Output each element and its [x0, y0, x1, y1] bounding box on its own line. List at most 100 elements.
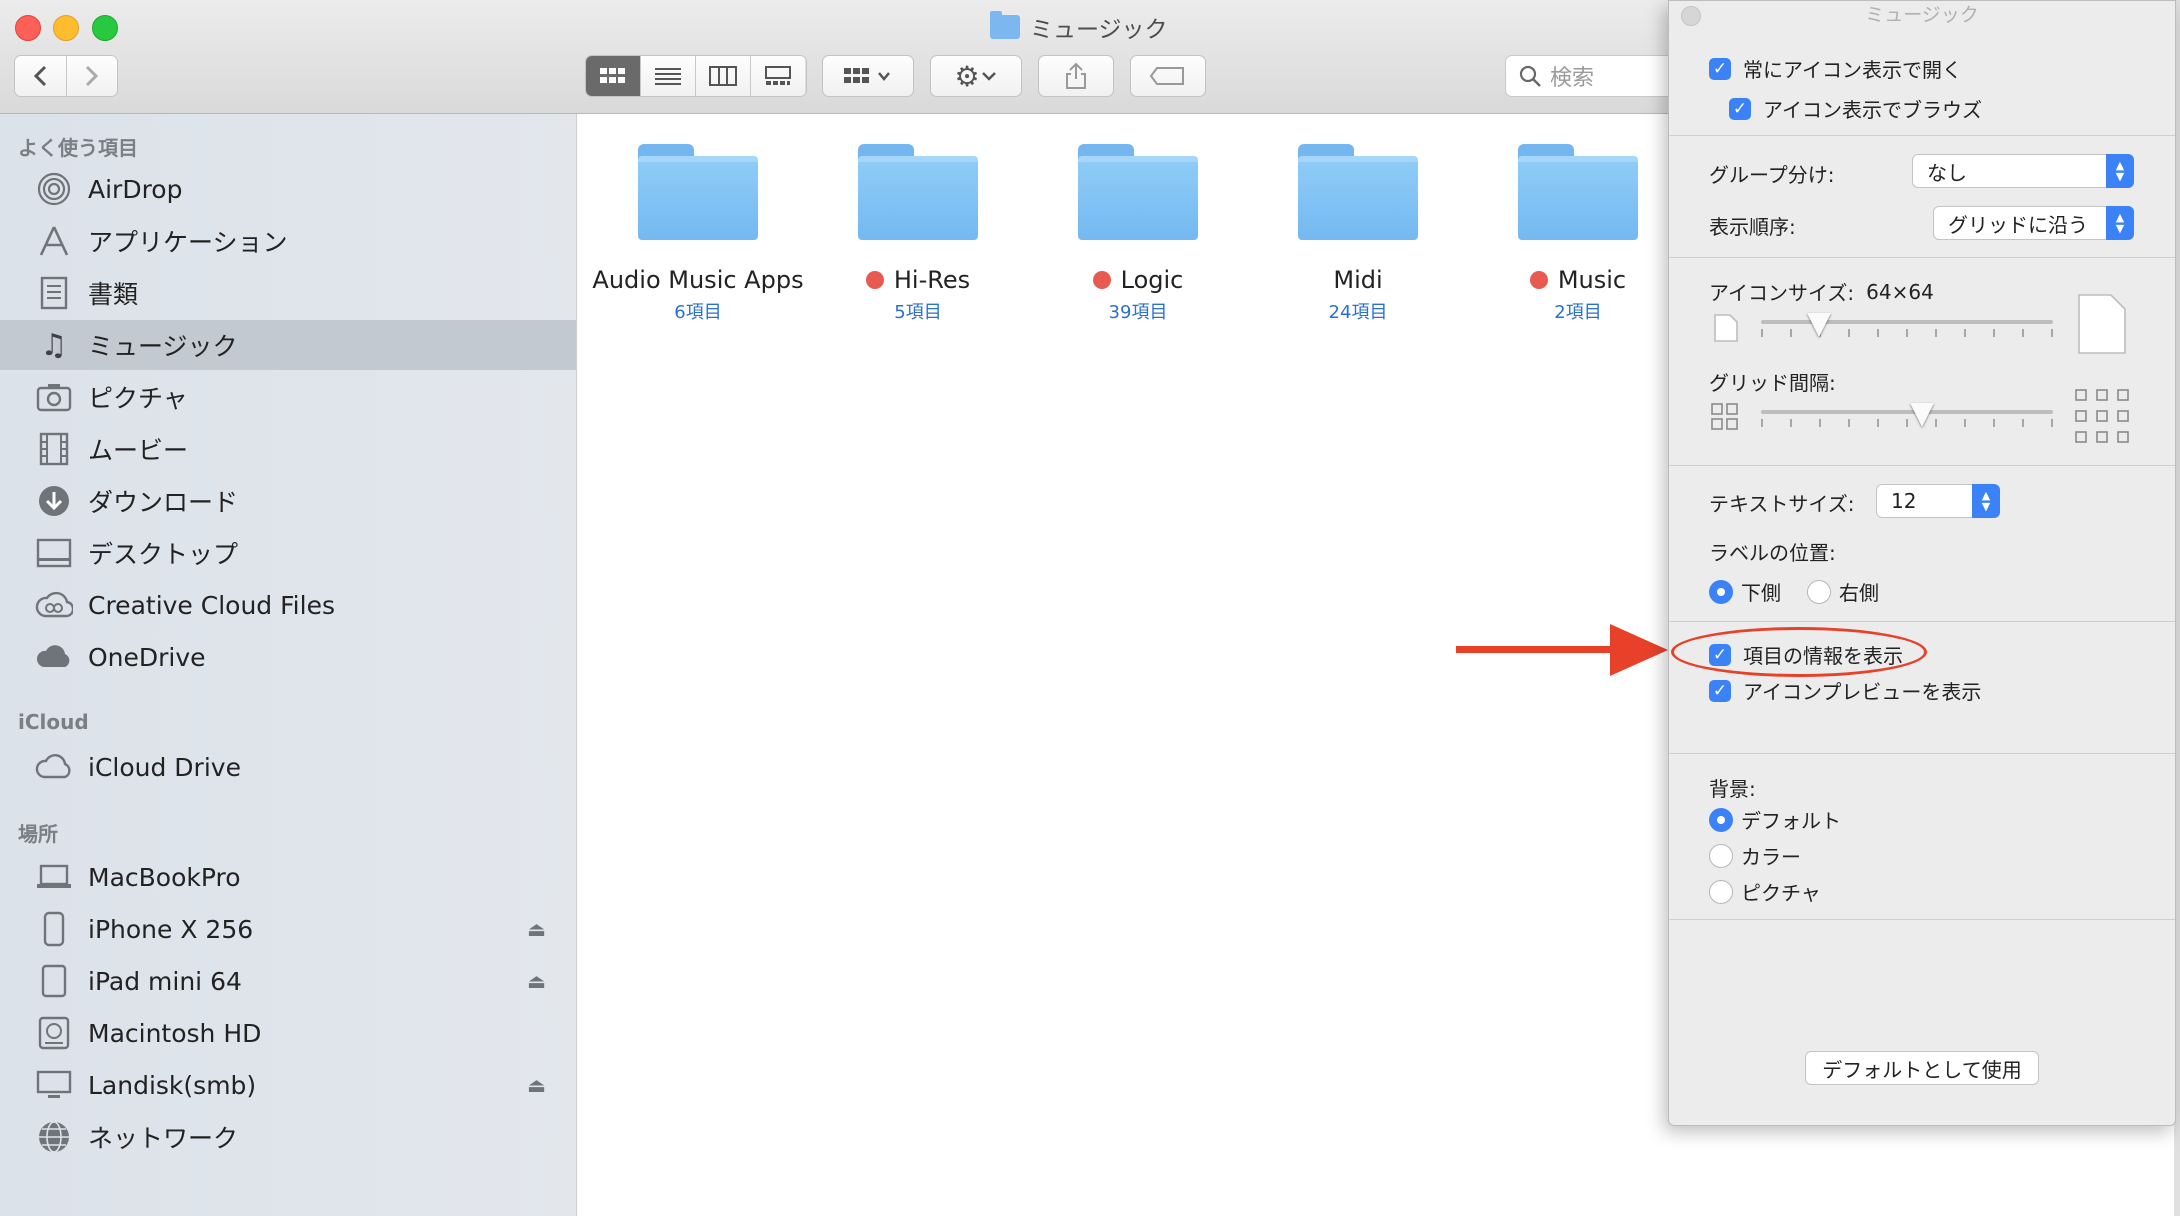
sidebar-item-ipad[interactable]: iPad mini 64 ⏏ — [0, 956, 576, 1006]
tight-grid-icon — [1711, 403, 1738, 430]
search-icon — [1519, 65, 1541, 87]
airdrop-icon — [32, 172, 76, 206]
sidebar-section-favorites: よく使う項目 — [18, 136, 138, 160]
sidebar-item-applications[interactable]: アプリケーション — [0, 216, 576, 266]
folder-icon — [638, 144, 758, 244]
list-view-button[interactable] — [640, 56, 695, 96]
sidebar-item-macintosh-hd[interactable]: Macintosh HD — [0, 1008, 576, 1058]
icon-size-label-text: アイコンサイズ: — [1709, 281, 1855, 305]
folder-icon — [858, 144, 978, 244]
sidebar-item-label: iPad mini 64 — [88, 966, 242, 996]
sidebar-item-label: ミュージック — [88, 332, 238, 361]
always-open-icon-view-option[interactable]: ✓ 常にアイコン表示で開く — [1709, 54, 1962, 83]
icon-size-slider[interactable] — [1761, 320, 2053, 324]
back-forward-group — [14, 55, 118, 97]
sidebar-item-macbookpro[interactable]: MacBookPro — [0, 852, 576, 902]
action-button[interactable]: ⚙ — [930, 55, 1022, 97]
sidebar-item-music[interactable]: ♫ ミュージック — [0, 320, 576, 370]
sidebar-item-label: ダウンロード — [88, 488, 239, 517]
close-window-button[interactable] — [15, 15, 41, 41]
sidebar-item-label: MacBookPro — [88, 862, 241, 892]
sidebar-item-landisk[interactable]: Landisk(smb) ⏏ — [0, 1060, 576, 1110]
group-by-label: グループ分け: — [1709, 163, 1835, 187]
icon-view-button[interactable] — [586, 56, 640, 96]
chevron-left-icon — [34, 65, 47, 87]
sidebar-item-label: iCloud Drive — [88, 752, 241, 782]
annotation-highlight-ellipse — [1671, 627, 1927, 677]
sidebar-item-airdrop[interactable]: AirDrop — [0, 164, 576, 214]
label-bottom-option[interactable]: 下側 — [1709, 577, 1781, 606]
gallery-view-button[interactable] — [750, 56, 805, 96]
icon-size-slider-ticks — [1761, 329, 2053, 337]
sidebar-item-onedrive[interactable]: OneDrive — [0, 632, 576, 682]
grid-spacing-slider[interactable] — [1761, 410, 2053, 414]
icloud-icon — [32, 753, 76, 781]
text-size-label: テキストサイズ: — [1709, 492, 1855, 516]
column-view-button[interactable] — [695, 56, 750, 96]
group-grid-icon — [844, 68, 890, 83]
checkbox-checked-icon: ✓ — [1709, 57, 1731, 80]
show-icon-preview-option[interactable]: ✓ アイコンプレビューを表示 — [1709, 676, 1981, 705]
sidebar-item-label: 書類 — [88, 280, 139, 309]
popup-value: なし — [1927, 160, 1967, 185]
grid-spacing-label: グリッド間隔: — [1709, 371, 1836, 395]
eject-icon[interactable]: ⏏ — [527, 1073, 546, 1097]
tag-icon — [1149, 67, 1184, 85]
use-as-defaults-button[interactable]: デフォルトとして使用 — [1805, 1051, 2039, 1085]
sidebar-item-network[interactable]: ネットワーク — [0, 1112, 576, 1162]
back-button[interactable] — [15, 56, 66, 96]
sidebar-item-downloads[interactable]: ダウンロード — [0, 476, 576, 526]
folder-name: Logic — [1120, 266, 1184, 294]
radio-empty-icon — [1807, 579, 1831, 604]
grid-icon — [600, 68, 625, 83]
tag-button[interactable] — [1130, 55, 1206, 97]
browse-icon-view-option[interactable]: ✓ アイコン表示でブラウズ — [1729, 94, 1982, 123]
red-tag-icon — [1529, 271, 1548, 289]
divider — [1669, 135, 2175, 136]
zoom-window-button[interactable] — [92, 15, 118, 41]
sidebar-item-label: Landisk(smb) — [88, 1070, 257, 1100]
up-down-chevron-icon: ▲ ▼ — [2106, 206, 2134, 240]
checkbox-checked-icon: ✓ — [1729, 97, 1751, 120]
group-by-popup[interactable]: なし ▲ ▼ — [1912, 154, 2134, 188]
search-placeholder: 検索 — [1550, 66, 1595, 91]
group-by-button[interactable] — [822, 55, 914, 97]
grid-spacing-slider-thumb[interactable] — [1909, 403, 1934, 427]
sidebar-item-creative-cloud[interactable]: Creative Cloud Files — [0, 580, 576, 630]
minimize-window-button[interactable] — [53, 15, 79, 41]
sidebar-item-movies[interactable]: ムービー — [0, 424, 576, 474]
popup-value: グリッドに沿う — [1948, 212, 2088, 237]
sidebar-item-pictures[interactable]: ピクチャ — [0, 372, 576, 422]
background-picture-option[interactable]: ピクチャ — [1709, 877, 1821, 906]
gear-icon: ⚙ — [954, 59, 980, 93]
radio-empty-icon — [1709, 879, 1733, 904]
music-folder-icon — [990, 11, 1020, 39]
red-tag-icon — [865, 271, 884, 289]
folder-item[interactable]: Logic 39項目 — [1033, 144, 1243, 324]
sidebar-item-desktop[interactable]: デスクトップ — [0, 528, 576, 578]
eject-icon[interactable]: ⏏ — [527, 917, 546, 941]
icon-size-slider-thumb[interactable] — [1807, 313, 1832, 337]
sort-by-popup[interactable]: グリッドに沿う ▲ ▼ — [1933, 206, 2134, 240]
popup-value: 12 — [1891, 489, 1917, 513]
label-right-option[interactable]: 右側 — [1807, 577, 1879, 606]
folder-name: Midi — [1333, 266, 1383, 294]
folder-item[interactable]: Midi 24項目 — [1253, 144, 1463, 324]
sidebar-item-documents[interactable]: 書類 — [0, 268, 576, 318]
share-icon — [1066, 62, 1086, 89]
folder-item[interactable]: Music 2項目 — [1473, 144, 1683, 324]
window-title: ミュージック — [990, 11, 1168, 43]
folder-item[interactable]: Hi-Res 5項目 — [813, 144, 1023, 324]
background-default-option[interactable]: デフォルト — [1709, 805, 1841, 834]
share-button[interactable] — [1038, 55, 1114, 97]
folder-icon — [1078, 144, 1198, 244]
background-color-option[interactable]: カラー — [1709, 841, 1801, 870]
sidebar-item-icloud-drive[interactable]: iCloud Drive — [0, 742, 576, 792]
eject-icon[interactable]: ⏏ — [527, 969, 546, 993]
folder-item[interactable]: Audio Music Apps 6項目 — [592, 144, 804, 324]
option-label: デフォルト — [1741, 809, 1841, 833]
cloud-icon — [32, 643, 76, 671]
sidebar-item-iphone[interactable]: iPhone X 256 ⏏ — [0, 904, 576, 954]
forward-button[interactable] — [65, 56, 117, 96]
text-size-popup[interactable]: 12 ▲ ▼ — [1876, 484, 2000, 518]
